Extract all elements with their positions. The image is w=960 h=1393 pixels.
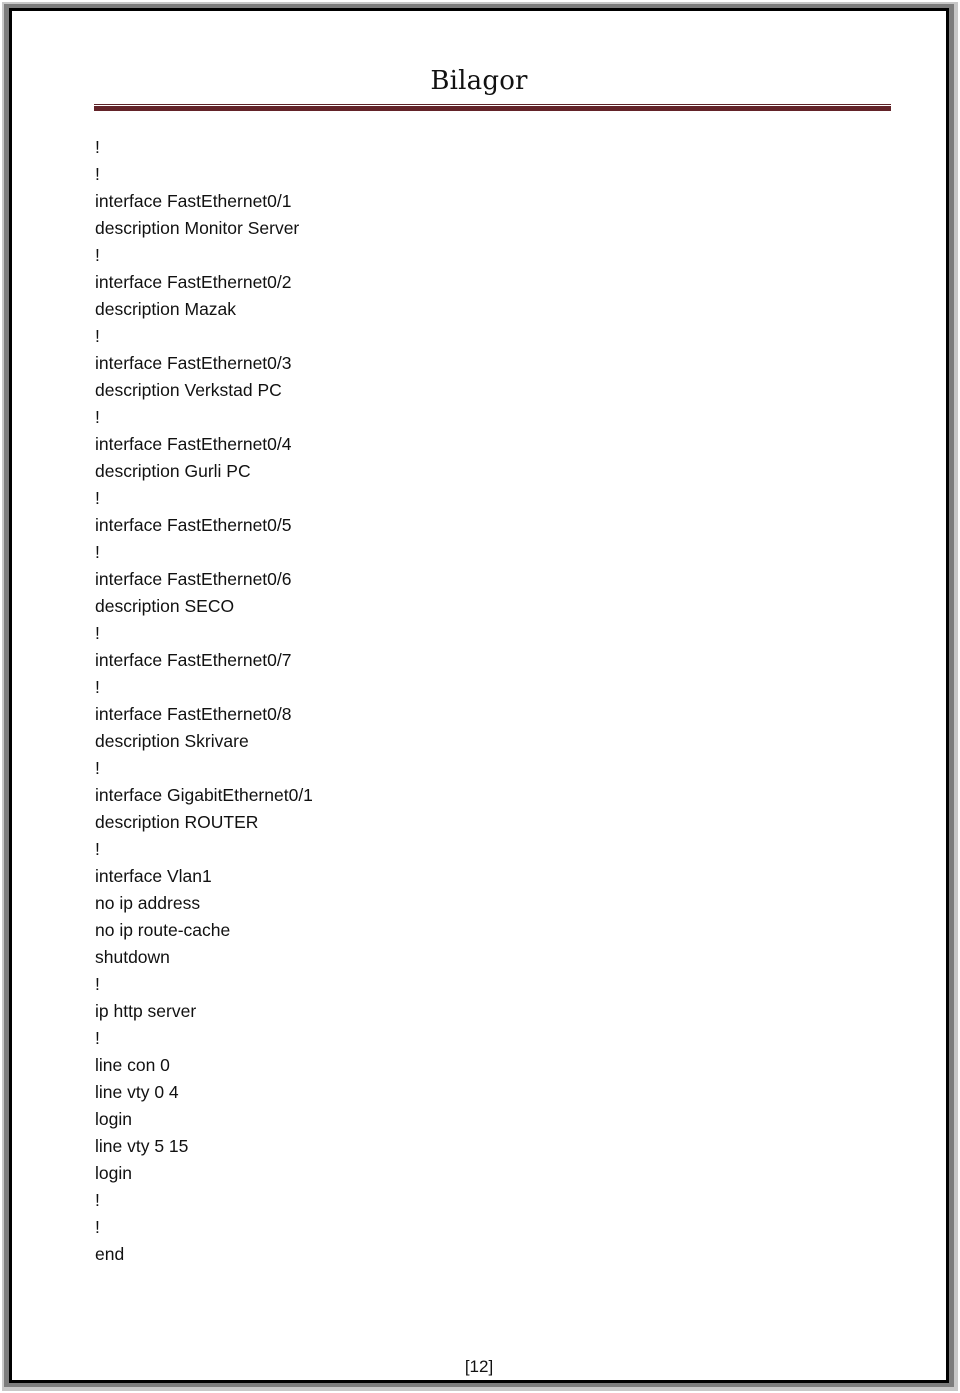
document-page: Bilagor !! interface FastEthernet0/1 descr…: [9, 8, 949, 1383]
config-line: no ip route-cache: [95, 920, 231, 940]
config-line: !: [95, 758, 100, 778]
config-line: !: [95, 245, 100, 265]
config-line: interface FastEthernet0/1: [95, 191, 292, 211]
header-divider: [94, 104, 891, 112]
config-line: description Monitor Server: [95, 218, 300, 238]
config-line: interface FastEthernet0/7: [95, 650, 292, 670]
config-line: !: [95, 1028, 100, 1048]
config-line: interface FastEthernet0/3: [95, 353, 292, 373]
config-line: shutdown: [95, 947, 170, 967]
config-line: interface FastEthernet0/8: [95, 704, 292, 724]
config-line: ip http server: [95, 1001, 197, 1021]
config-line: line vty 0 4: [95, 1082, 179, 1102]
config-line: interface FastEthernet0/4: [95, 434, 292, 454]
config-line: description Gurli PC: [95, 461, 251, 481]
config-line: !: [95, 542, 100, 562]
page-header-title: Bilagor: [430, 66, 528, 96]
config-line: line vty 5 15: [95, 1136, 189, 1156]
config-line: !: [95, 677, 100, 697]
config-line: !: [95, 839, 100, 859]
config-line: end: [95, 1244, 125, 1264]
router-config-listing: !! interface FastEthernet0/1 description M…: [95, 134, 313, 1268]
config-line: interface FastEthernet0/2: [95, 272, 292, 292]
config-line: !: [95, 164, 100, 184]
config-line: description SECO: [95, 596, 235, 616]
config-line: description Mazak: [95, 299, 237, 319]
config-line: line con 0: [95, 1055, 170, 1075]
config-line: description ROUTER: [95, 812, 259, 832]
config-line: !: [95, 623, 100, 643]
config-line: interface FastEthernet0/5: [95, 515, 292, 535]
config-line: !: [95, 1190, 100, 1210]
config-line: !: [95, 326, 100, 346]
header-divider-thin-line: [94, 104, 891, 105]
config-line: description Skrivare: [95, 731, 249, 751]
page-number: [12]: [464, 1357, 494, 1376]
config-line: description Verkstad PC: [95, 380, 282, 400]
config-line: login: [95, 1163, 132, 1183]
config-line: !: [95, 1217, 100, 1237]
config-line: interface FastEthernet0/6: [95, 569, 292, 589]
config-line: !: [95, 137, 100, 157]
config-line: login: [95, 1109, 132, 1129]
header-divider-thick-line: [94, 106, 891, 111]
config-line: interface Vlan1: [95, 866, 212, 886]
config-line: !: [95, 974, 100, 994]
config-line: !: [95, 488, 100, 508]
config-line: !: [95, 407, 100, 427]
config-line: no ip address: [95, 893, 201, 913]
config-line: interface GigabitEthernet0/1: [95, 785, 313, 805]
